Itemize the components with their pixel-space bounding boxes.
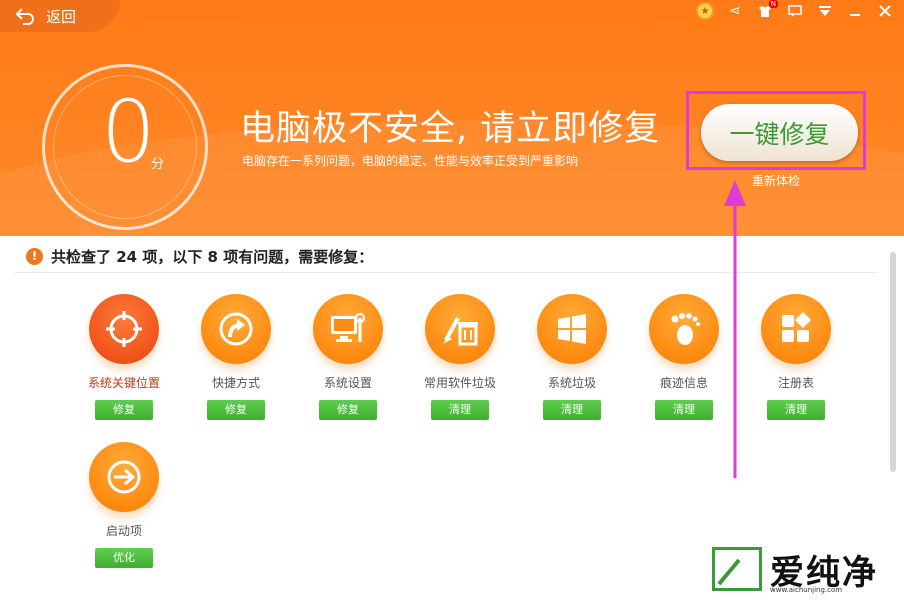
clean-button[interactable]: 清理 <box>543 400 601 420</box>
minimize-icon[interactable] <box>844 0 866 22</box>
menu-icon[interactable] <box>814 0 836 22</box>
score-gauge: 0 分 <box>42 64 208 230</box>
item-system-settings[interactable]: 系统设置 修复 <box>298 294 398 420</box>
medal-icon[interactable]: ★ <box>694 0 716 22</box>
watermark-url: www.aichunjing.com <box>770 586 843 594</box>
item-system-junk[interactable]: 系统垃圾 清理 <box>522 294 622 420</box>
item-shortcut[interactable]: 快捷方式 修复 <box>186 294 286 420</box>
item-system-key-location[interactable]: 系统关键位置 修复 <box>74 294 174 420</box>
back-arrow-icon <box>15 8 34 25</box>
item-registry[interactable]: 注册表 清理 <box>746 294 846 420</box>
share-icon[interactable]: ⋖ <box>724 0 746 22</box>
item-software-junk[interactable]: 常用软件垃圾 清理 <box>410 294 510 420</box>
monitor-wrench-icon[interactable] <box>313 294 383 364</box>
fix-button[interactable]: 修复 <box>319 400 377 420</box>
check-summary: ! 共检查了 24 项，以下 8 项有问题，需要修复： <box>26 246 373 266</box>
scrollbar[interactable] <box>888 250 898 590</box>
brush-trash-icon[interactable] <box>425 294 495 364</box>
shirt-icon[interactable]: N <box>754 0 778 22</box>
shortcut-arrow-icon[interactable] <box>201 294 271 364</box>
recheck-link[interactable]: 重新体检 <box>752 172 800 189</box>
clean-button[interactable]: 清理 <box>655 400 713 420</box>
item-label: 常用软件垃圾 <box>423 376 496 390</box>
window-controls: ★ ⋖ N <box>694 0 896 22</box>
windows-logo-icon[interactable] <box>537 294 607 364</box>
back-button[interactable]: 返回 <box>0 0 120 32</box>
item-startup[interactable]: 启动项 优化 <box>74 442 174 568</box>
score-value: 0 <box>101 82 156 182</box>
annotation-arrow <box>724 180 746 478</box>
watermark-logo-icon <box>712 547 762 591</box>
warning-icon: ! <box>26 247 43 265</box>
item-label: 系统垃圾 <box>547 376 596 390</box>
close-icon[interactable] <box>874 0 896 22</box>
status-headline: 电脑极不安全, 请立即修复 <box>240 109 661 149</box>
footprint-icon[interactable] <box>649 294 719 364</box>
clean-button[interactable]: 清理 <box>767 400 825 420</box>
message-icon[interactable] <box>784 0 806 22</box>
highlight-frame <box>686 91 866 170</box>
summary-text: 共检查了 24 项，以下 8 项有问题，需要修复： <box>51 247 374 266</box>
scroll-thumb[interactable] <box>890 252 896 472</box>
fix-button[interactable]: 修复 <box>95 400 153 420</box>
startup-arrow-icon[interactable] <box>89 442 159 512</box>
status-subline: 电脑存在一系列问题，电脑的稳定、性能与效率正受到严重影响 <box>242 154 579 168</box>
clean-button[interactable]: 清理 <box>431 400 489 420</box>
item-label: 注册表 <box>777 376 814 390</box>
new-badge: N <box>768 0 778 8</box>
fix-button[interactable]: 修复 <box>207 400 265 420</box>
item-label: 系统关键位置 <box>87 376 160 390</box>
optimize-button[interactable]: 优化 <box>95 548 153 568</box>
back-label: 返回 <box>46 7 77 26</box>
item-label: 启动项 <box>105 524 142 538</box>
item-label: 痕迹信息 <box>659 376 708 390</box>
target-icon[interactable] <box>89 294 159 364</box>
registry-blocks-icon[interactable] <box>761 294 831 364</box>
item-traces[interactable]: 痕迹信息 清理 <box>634 294 734 420</box>
score-unit: 分 <box>151 157 165 172</box>
item-label: 系统设置 <box>323 376 372 390</box>
item-label: 快捷方式 <box>211 376 260 390</box>
